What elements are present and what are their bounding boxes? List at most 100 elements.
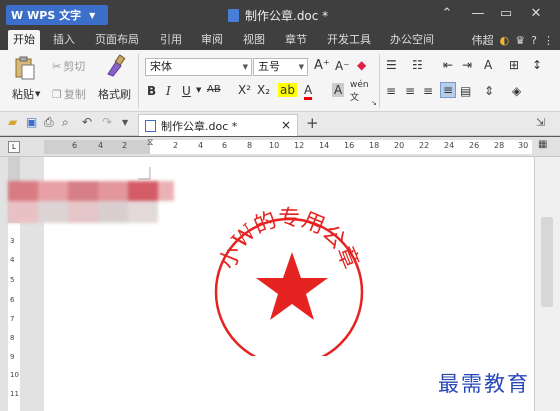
ruler-tick: 4 [98,141,104,150]
collapse-ribbon-icon[interactable]: ⌃ [437,4,457,24]
line-spacing-icon[interactable]: ⇕ [484,84,494,98]
increase-indent-icon[interactable]: ⇥ [462,58,472,72]
tab-insert[interactable]: 插入 [48,30,80,50]
superscript-icon[interactable]: X² [238,83,251,97]
paragraph-shading-icon[interactable]: ◈ [512,84,521,98]
highlight-icon[interactable]: ab [278,83,297,97]
ruler-tick: 14 [319,141,330,150]
font-dialog-launcher-icon[interactable]: ↘ [371,99,377,107]
ruler-tick: 6 [72,141,78,150]
scrollbar-thumb[interactable] [541,217,553,307]
clear-format-icon[interactable]: ◆ [357,58,366,72]
grow-font-icon[interactable]: A⁺ [314,58,330,73]
char-shading-icon[interactable]: A [332,83,345,97]
justify-icon[interactable]: ≡ [440,82,457,98]
bold-icon[interactable]: B [147,84,156,98]
phonetic-guide-icon[interactable]: wén 文 [350,80,369,103]
indent-marker-icon[interactable]: ⧖ [147,138,153,148]
italic-icon[interactable]: I [166,84,171,98]
scissors-icon: ✂ [52,59,62,73]
sort-icon[interactable]: ↕ [532,58,542,72]
strikethrough-icon[interactable]: AB [207,84,221,95]
tab-selector-icon[interactable]: L [8,141,20,153]
tab-list-icon[interactable]: ⇲ [536,116,548,129]
vertical-ruler-tick: 10 [10,371,19,379]
brush-icon[interactable] [104,54,126,78]
vertical-ruler-tick: 8 [10,334,15,342]
ruler-tick: 10 [269,141,280,150]
watermark-text: 最需教育 [438,372,530,396]
align-right-icon[interactable]: ≡ [423,84,433,98]
ruler-tick: 22 [419,141,430,150]
tab-view[interactable]: 视图 [238,30,270,50]
ribbon-divider [379,54,380,108]
ruler-tick: 2 [173,141,179,150]
vertical-ruler-tick: 6 [10,296,15,304]
distribute-icon[interactable]: ▤ [460,84,471,98]
more-options-icon[interactable]: ⋮ [543,34,554,47]
user-menu[interactable]: 伟超 [472,32,494,48]
underline-icon[interactable]: U [182,84,191,98]
print-icon[interactable]: ⎙ [44,115,56,129]
ruler-tick: 24 [444,141,455,150]
app-menu-button[interactable]: W WPS 文字 ▼ [6,5,108,25]
align-center-icon[interactable]: ≡ [405,84,415,98]
table-icon[interactable]: ⊞ [509,58,519,72]
font-color-icon[interactable]: A [304,83,313,100]
vertical-scrollbar[interactable] [534,157,560,411]
print-preview-icon[interactable]: ⌕ [62,115,74,129]
open-folder-icon[interactable]: ▰ [8,115,20,129]
customize-toolbar-icon[interactable]: ▼ [122,118,134,130]
tab-home[interactable]: 开始 [8,30,40,50]
align-left-icon[interactable]: ≡ [386,84,396,98]
star-icon [256,252,328,320]
ruler-tick: 16 [344,141,355,150]
decrease-indent-icon[interactable]: ⇤ [443,58,453,72]
chevron-down-icon: ▼ [89,10,96,20]
title-bar: W WPS 文字 ▼ 制作公章.doc * ⌃ — ▭ ✕ [0,0,560,28]
document-tab[interactable]: 制作公章.doc * × [138,114,298,136]
redo-icon[interactable]: ↷ [102,115,114,129]
tab-office-space[interactable]: 办公空间 [385,30,439,50]
view-ruler-icon[interactable]: ▦ [538,139,547,150]
close-tab-icon[interactable]: × [281,118,291,132]
paste-icon[interactable] [14,56,36,80]
tab-references[interactable]: 引用 [155,30,187,50]
tab-page-layout[interactable]: 页面布局 [90,30,144,50]
shirt-icon[interactable]: ♛ [515,34,525,47]
tab-developer[interactable]: 开发工具 [322,30,376,50]
official-seal[interactable]: 小W的专用公章 [207,196,367,356]
close-button[interactable]: ✕ [526,4,546,24]
paste-button[interactable]: 粘贴 ▼ [12,86,40,102]
ruler-margin [44,140,150,154]
chevron-down-icon[interactable]: ▼ [196,86,201,94]
minimize-button[interactable]: — [468,4,488,24]
ribbon-divider [138,54,139,108]
vertical-ruler-tick: 3 [10,237,15,245]
subscript-icon[interactable]: X₂ [257,83,270,97]
font-name-value: 宋体 [150,60,172,73]
copy-button[interactable]: ❐ 复制 [52,86,86,102]
ruler-tick: 2 [122,141,128,150]
tab-review[interactable]: 审阅 [196,30,228,50]
numbered-list-icon[interactable]: ☷ [412,58,423,72]
ruler-tick: 4 [198,141,204,150]
format-painter-button[interactable]: 格式刷 [98,86,131,102]
shrink-font-icon[interactable]: A⁻ [335,59,350,73]
help-button[interactable]: ? [531,34,537,47]
save-icon[interactable]: ▣ [26,115,38,129]
ruler-tick: 28 [494,141,505,150]
copy-icon: ❐ [52,87,62,101]
tab-sections[interactable]: 章节 [280,30,312,50]
undo-icon[interactable]: ↶ [82,115,94,129]
cut-button[interactable]: ✂ 剪切 [52,58,85,74]
ruler-tick: 6 [222,141,228,150]
bullet-list-icon[interactable]: ☰ [386,58,397,72]
new-tab-icon[interactable]: + [306,114,319,132]
vertical-ruler-tick: 5 [10,276,15,284]
font-size-select[interactable]: 五号 ▼ [253,58,308,76]
font-name-select[interactable]: 宋体 ▼ [145,58,252,76]
maximize-button[interactable]: ▭ [496,4,516,24]
text-effects-icon[interactable]: A [484,58,492,72]
skin-icon[interactable]: ◐ [500,34,510,47]
